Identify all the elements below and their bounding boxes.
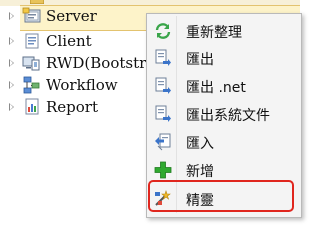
tree-node-label: Report [46, 98, 99, 116]
tree-node-label: Server [46, 7, 97, 25]
menu-item-label: 重新整理 [186, 25, 242, 41]
menu-item-label: 匯出 .net [186, 80, 246, 96]
tree-node-label: Workflow [46, 76, 118, 94]
rwd-devices-icon [22, 56, 40, 71]
import-icon [155, 133, 171, 151]
export-icon [155, 49, 171, 66]
menu-item-label: 匯出系統文件 [186, 108, 270, 124]
export-docs-icon [155, 105, 171, 122]
workflow-icon [23, 76, 40, 94]
expand-arrow-icon[interactable] [9, 81, 14, 89]
wizard-highlight-box [148, 180, 294, 212]
expand-arrow-icon[interactable] [9, 37, 14, 45]
menu-item-export[interactable]: 匯出 [147, 45, 301, 71]
menu-item-label: 新增 [186, 164, 214, 180]
add-plus-icon [154, 161, 172, 179]
export-dotnet-icon [155, 77, 171, 94]
folder-icon [30, 0, 44, 4]
menu-item-refresh[interactable]: 重新整理 [147, 18, 301, 44]
report-icon [25, 98, 39, 115]
menu-item-label: 匯出 [186, 52, 214, 68]
expand-arrow-icon[interactable] [9, 12, 14, 20]
menu-item-label: 匯入 [186, 136, 214, 152]
tree-node-label: Client [46, 32, 92, 50]
expand-arrow-icon[interactable] [9, 59, 14, 67]
menu-item-import[interactable]: 匯入 [147, 129, 301, 155]
menu-item-export-dotnet[interactable]: 匯出 .net [147, 73, 301, 99]
expand-arrow-icon[interactable] [9, 103, 14, 111]
server-tree-icon [22, 7, 41, 23]
menu-item-export-docs[interactable]: 匯出系統文件 [147, 101, 301, 127]
client-page-icon [25, 33, 39, 49]
refresh-icon [155, 23, 171, 39]
